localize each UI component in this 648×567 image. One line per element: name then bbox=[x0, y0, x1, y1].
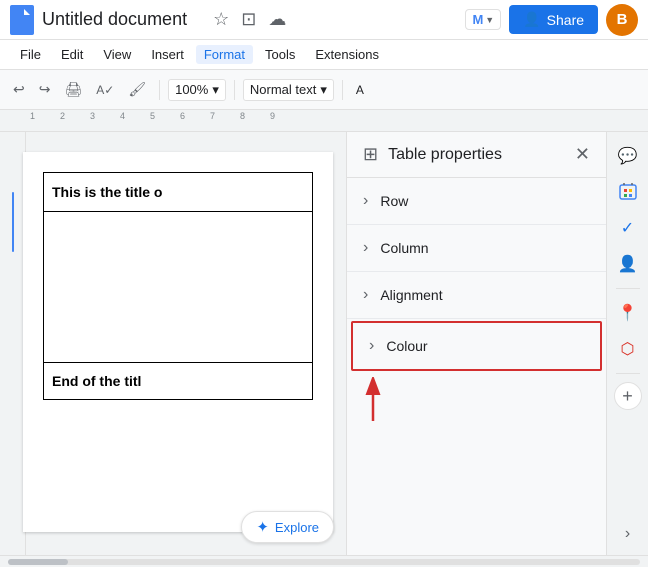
add-app-button[interactable]: + bbox=[614, 382, 642, 410]
menu-bar: File Edit View Insert Format Tools Exten… bbox=[0, 40, 648, 70]
sidebar-maps-icon[interactable]: 📍 bbox=[612, 297, 644, 329]
panel-section-alignment[interactable]: › Alignment bbox=[347, 272, 606, 319]
paint-format-button[interactable]: 🖌 bbox=[123, 78, 151, 101]
redo-button[interactable]: ↪ bbox=[34, 78, 56, 101]
menu-edit[interactable]: Edit bbox=[53, 45, 91, 64]
menu-file[interactable]: File bbox=[12, 45, 49, 64]
doc-icon bbox=[10, 5, 34, 35]
scroll-thumb[interactable] bbox=[8, 559, 68, 565]
menu-format[interactable]: Format bbox=[196, 45, 253, 64]
meet-button[interactable]: M ▼ bbox=[465, 9, 501, 30]
section-alignment-label: Alignment bbox=[380, 287, 442, 303]
font-btn[interactable]: A bbox=[351, 80, 369, 100]
toolbar: ↩ ↪ 🖨 A✓ 🖌 100% ▾ Normal text ▾ A bbox=[0, 70, 648, 110]
toolbar-divider3 bbox=[342, 80, 343, 100]
spellcheck-button[interactable]: A✓ bbox=[91, 80, 119, 100]
scroll-track[interactable] bbox=[8, 559, 640, 565]
folder-icon[interactable]: ⊡ bbox=[239, 7, 258, 32]
panel-section-row[interactable]: › Row bbox=[347, 178, 606, 225]
zoom-select[interactable]: 100% ▾ bbox=[168, 79, 226, 101]
menu-extensions[interactable]: Extensions bbox=[307, 45, 387, 64]
arrow-annotation bbox=[363, 377, 393, 422]
print-button[interactable]: 🖨 bbox=[59, 78, 87, 101]
toolbar-divider2 bbox=[234, 80, 235, 100]
menu-insert[interactable]: Insert bbox=[143, 45, 192, 64]
zoom-value: 100% bbox=[175, 82, 208, 97]
section-colour-label: Colour bbox=[386, 338, 427, 354]
panel-title: Table properties bbox=[388, 146, 565, 164]
explore-icon: ✦ bbox=[256, 518, 269, 536]
page-title-text: This is the title o bbox=[52, 184, 162, 200]
ruler: 1 2 3 4 5 6 7 8 9 bbox=[0, 110, 648, 132]
page-title-cell: This is the title o bbox=[43, 172, 313, 212]
calendar-svg bbox=[618, 182, 638, 202]
sidebar-calendar-icon[interactable] bbox=[612, 176, 644, 208]
close-button[interactable]: ✕ bbox=[575, 144, 590, 165]
document-page: This is the title o End of the titl bbox=[23, 152, 333, 532]
doc-area: This is the title o End of the titl ✦ Ex… bbox=[0, 132, 346, 555]
main-area: This is the title o End of the titl ✦ Ex… bbox=[0, 132, 648, 555]
share-button[interactable]: 👤 Share bbox=[509, 5, 598, 34]
sidebar-divider bbox=[616, 288, 640, 289]
sidebar-tasks-icon[interactable]: ✓ bbox=[612, 212, 644, 244]
right-sidebar: 💬 ✓ 👤 📍 ⬡ + › bbox=[606, 132, 648, 555]
explore-label: Explore bbox=[275, 520, 319, 535]
sidebar-divider2 bbox=[616, 373, 640, 374]
sidebar-contacts-icon[interactable]: 👤 bbox=[612, 248, 644, 280]
doc-title: Untitled document bbox=[42, 9, 203, 30]
chevron-alignment-icon: › bbox=[363, 286, 368, 304]
style-value: Normal text bbox=[250, 82, 316, 97]
sidebar-app2-icon[interactable]: ⬡ bbox=[612, 333, 644, 365]
panel-section-colour[interactable]: › Colour bbox=[351, 321, 602, 371]
section-row-label: Row bbox=[380, 193, 408, 209]
style-select[interactable]: Normal text ▾ bbox=[243, 79, 334, 101]
style-chevron: ▾ bbox=[320, 82, 327, 98]
table-properties-panel: ⊞ Table properties ✕ › Row › Column › Al… bbox=[346, 132, 606, 555]
panel-section-column[interactable]: › Column bbox=[347, 225, 606, 272]
undo-button[interactable]: ↩ bbox=[8, 78, 30, 101]
chevron-column-icon: › bbox=[363, 239, 368, 257]
page-middle bbox=[43, 212, 313, 362]
chevron-row-icon: › bbox=[363, 192, 368, 210]
sidebar-expand-button[interactable]: › bbox=[621, 521, 634, 547]
star-icon[interactable]: ☆ bbox=[211, 7, 231, 32]
avatar[interactable]: B bbox=[606, 4, 638, 36]
table-icon: ⊞ bbox=[363, 144, 378, 165]
top-bar: Untitled document ☆ ⊡ ☁ M ▼ 👤 Share B bbox=[0, 0, 648, 40]
section-column-label: Column bbox=[380, 240, 428, 256]
arrow-annotation-container bbox=[347, 373, 606, 431]
bottom-scrollbar[interactable] bbox=[0, 555, 648, 567]
menu-tools[interactable]: Tools bbox=[257, 45, 303, 64]
zoom-chevron: ▾ bbox=[212, 82, 219, 98]
panel-header: ⊞ Table properties ✕ bbox=[347, 132, 606, 178]
toolbar-divider bbox=[159, 80, 160, 100]
sidebar-chat-icon[interactable]: 💬 bbox=[612, 140, 644, 172]
menu-view[interactable]: View bbox=[95, 45, 139, 64]
share-icon: 👤 bbox=[523, 11, 540, 28]
share-label: Share bbox=[547, 12, 584, 28]
colour-inner[interactable]: › Colour bbox=[353, 323, 600, 369]
chevron-colour-icon: › bbox=[369, 337, 374, 355]
page-end-cell: End of the titl bbox=[43, 362, 313, 400]
explore-button[interactable]: ✦ Explore bbox=[241, 511, 334, 543]
page-end-text: End of the titl bbox=[52, 373, 141, 389]
cloud-icon[interactable]: ☁ bbox=[266, 7, 288, 32]
